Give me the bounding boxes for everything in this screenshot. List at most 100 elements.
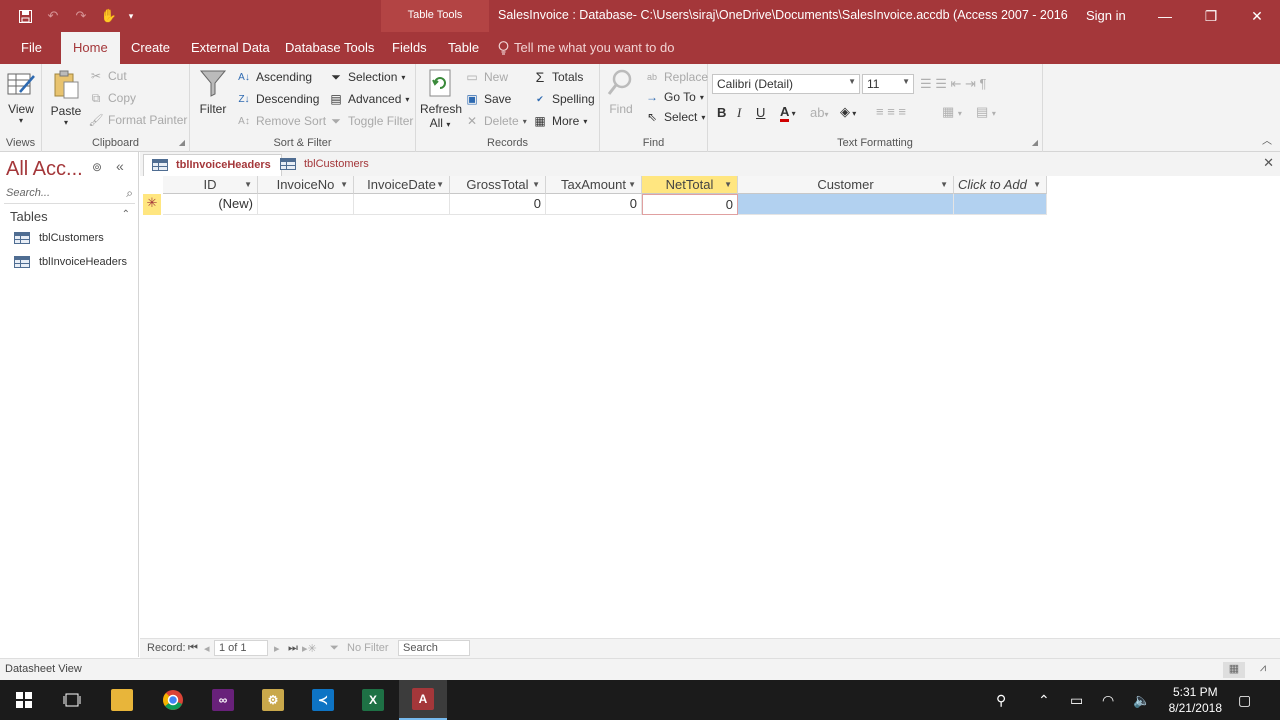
- next-record-icon[interactable]: ▸: [274, 642, 280, 655]
- background-color-button[interactable]: ◈ ▾: [840, 104, 856, 120]
- column-header-nettotal[interactable]: NetTotal ▼: [642, 176, 738, 194]
- align-buttons[interactable]: ≡ ≡ ≡: [876, 104, 906, 119]
- goto-button[interactable]: → Go To ▾: [644, 89, 704, 105]
- totals-button[interactable]: Σ Totals: [532, 69, 584, 85]
- bold-button[interactable]: B: [717, 105, 726, 120]
- column-header-invoicedate[interactable]: InvoiceDate ▼: [354, 176, 450, 194]
- font-color-button[interactable]: A ▾: [780, 104, 796, 122]
- refresh-all-button[interactable]: Refresh All ▾: [420, 68, 462, 130]
- paste-button[interactable]: Paste ▾: [48, 70, 84, 127]
- cell-click-to-add[interactable]: [954, 194, 1047, 215]
- taskbar-installer[interactable]: ⚙: [249, 680, 297, 720]
- cut-button[interactable]: ✂ Cut: [88, 68, 127, 84]
- spelling-button[interactable]: ✔ Spelling: [532, 91, 594, 107]
- clipboard-launcher-icon[interactable]: ◢: [179, 138, 185, 147]
- doc-tab-tblinvoiceheaders[interactable]: tblInvoiceHeaders: [143, 154, 282, 176]
- chevron-down-icon[interactable]: ▼: [436, 180, 444, 189]
- battery-icon[interactable]: ▭: [1070, 680, 1083, 720]
- new-record-selector[interactable]: ✳: [143, 194, 161, 215]
- close-icon[interactable]: ✕: [1234, 0, 1280, 32]
- advanced-button[interactable]: ▤ Advanced ▾: [328, 91, 409, 107]
- cell-grosstotal[interactable]: 0: [450, 194, 546, 215]
- descending-button[interactable]: Z↓ Descending: [236, 91, 319, 107]
- show-hidden-icons[interactable]: ⌃: [1038, 680, 1050, 720]
- chevron-down-icon[interactable]: ▼: [340, 180, 348, 189]
- tab-file[interactable]: File: [21, 40, 42, 55]
- doc-tab-tblcustomers[interactable]: tblCustomers: [272, 154, 379, 176]
- datasheet-view-button[interactable]: ▦: [1223, 662, 1245, 678]
- gridlines-button[interactable]: ▤ ▾: [976, 104, 996, 120]
- taskbar-vscode[interactable]: ≺: [299, 680, 347, 720]
- sign-in-link[interactable]: Sign in: [1086, 8, 1126, 23]
- nav-item-tblcustomers[interactable]: tblCustomers: [14, 232, 104, 244]
- column-header-id[interactable]: ID ▼: [163, 176, 258, 194]
- shutter-bar-close-icon[interactable]: «: [116, 158, 124, 174]
- cell-invoicedate[interactable]: [354, 194, 450, 215]
- column-header-grosstotal[interactable]: GrossTotal ▼: [450, 176, 546, 194]
- customize-qat-icon[interactable]: ▾: [126, 6, 136, 26]
- nav-item-tblinvoiceheaders[interactable]: tblInvoiceHeaders: [14, 256, 127, 268]
- toggle-filter-button[interactable]: ⏷ Toggle Filter: [328, 113, 413, 129]
- italic-button[interactable]: I: [737, 105, 741, 121]
- action-center-icon[interactable]: ▢: [1238, 680, 1251, 720]
- chevron-down-icon[interactable]: ▼: [532, 180, 540, 189]
- last-record-icon[interactable]: ⏭: [288, 642, 298, 655]
- replace-button[interactable]: ab Replace: [644, 69, 708, 85]
- tab-external-data[interactable]: External Data: [191, 40, 270, 55]
- wifi-icon[interactable]: ◠: [1102, 680, 1114, 720]
- cell-customer[interactable]: [738, 194, 954, 215]
- nav-menu-icon[interactable]: ⊚: [92, 160, 102, 174]
- save-icon[interactable]: [14, 6, 36, 26]
- alternate-row-color-button[interactable]: ▦ ▾: [942, 104, 962, 120]
- undo-icon[interactable]: ↶: [42, 6, 64, 26]
- restore-icon[interactable]: ❐: [1188, 0, 1234, 32]
- task-view-button[interactable]: [48, 680, 96, 720]
- previous-record-icon[interactable]: ◂: [204, 642, 210, 655]
- taskbar-excel[interactable]: X: [349, 680, 397, 720]
- underline-button[interactable]: U: [756, 105, 765, 120]
- minimize-icon[interactable]: —: [1142, 0, 1188, 32]
- chevron-down-icon[interactable]: ▼: [628, 180, 636, 189]
- touch-mode-icon[interactable]: ✋: [98, 6, 120, 26]
- system-clock[interactable]: 5:31 PM 8/21/2018: [1169, 684, 1222, 716]
- column-header-click-to-add[interactable]: Click to Add ▼: [954, 176, 1047, 194]
- save-record-button[interactable]: ▣ Save: [464, 91, 511, 107]
- datasheet-search-input[interactable]: Search: [398, 640, 470, 656]
- close-document-icon[interactable]: ✕: [1263, 155, 1274, 171]
- start-button[interactable]: [0, 680, 48, 720]
- filter-button[interactable]: Filter: [196, 68, 230, 116]
- tab-database-tools[interactable]: Database Tools: [285, 40, 374, 55]
- taskbar-file-explorer[interactable]: [98, 680, 146, 720]
- find-button[interactable]: Find: [606, 68, 636, 116]
- highlight-button[interactable]: ab▾: [810, 105, 828, 120]
- chevron-down-icon[interactable]: ▼: [724, 180, 732, 189]
- delete-record-button[interactable]: ✕ Delete ▾: [464, 113, 527, 129]
- select-button[interactable]: ⇖ Select ▾: [644, 109, 705, 125]
- chevron-down-icon[interactable]: ▼: [1033, 180, 1041, 189]
- cell-id[interactable]: (New): [163, 194, 258, 215]
- taskbar-visual-studio[interactable]: ∞: [199, 680, 247, 720]
- format-painter-button[interactable]: 🖌 Format Painter: [88, 112, 187, 128]
- text-formatting-launcher-icon[interactable]: ◢: [1032, 138, 1038, 147]
- column-header-invoiceno[interactable]: InvoiceNo ▼: [258, 176, 354, 194]
- people-icon[interactable]: ⚲: [996, 680, 1006, 720]
- tab-create[interactable]: Create: [131, 40, 170, 55]
- new-record-nav-icon[interactable]: ▸✳: [302, 642, 317, 655]
- nav-search-input[interactable]: Search... ⌕: [4, 186, 135, 204]
- redo-icon[interactable]: ↷: [70, 6, 92, 26]
- nav-pane-title[interactable]: All Acc...: [6, 158, 83, 181]
- view-button[interactable]: View ▾: [4, 70, 38, 125]
- tab-home[interactable]: Home: [61, 32, 120, 64]
- cell-taxamount[interactable]: 0: [546, 194, 642, 215]
- copy-button[interactable]: ⧉ Copy: [88, 90, 136, 106]
- chevron-down-icon[interactable]: ▼: [244, 180, 252, 189]
- list-buttons[interactable]: ☰ ☰ ⇤ ⇥ ¶: [920, 76, 987, 92]
- taskbar-access[interactable]: A: [399, 680, 447, 720]
- cell-nettotal[interactable]: 0: [642, 194, 738, 215]
- tab-table[interactable]: Table: [448, 40, 479, 55]
- nav-group-header[interactable]: Tables ⌃: [10, 209, 130, 224]
- selection-button[interactable]: ⏷ Selection ▾: [328, 69, 405, 85]
- pivot-chart-view-button[interactable]: ⩘: [1252, 662, 1274, 678]
- font-size-select[interactable]: 11 ▼: [862, 74, 914, 94]
- column-header-taxamount[interactable]: TaxAmount ▼: [546, 176, 642, 194]
